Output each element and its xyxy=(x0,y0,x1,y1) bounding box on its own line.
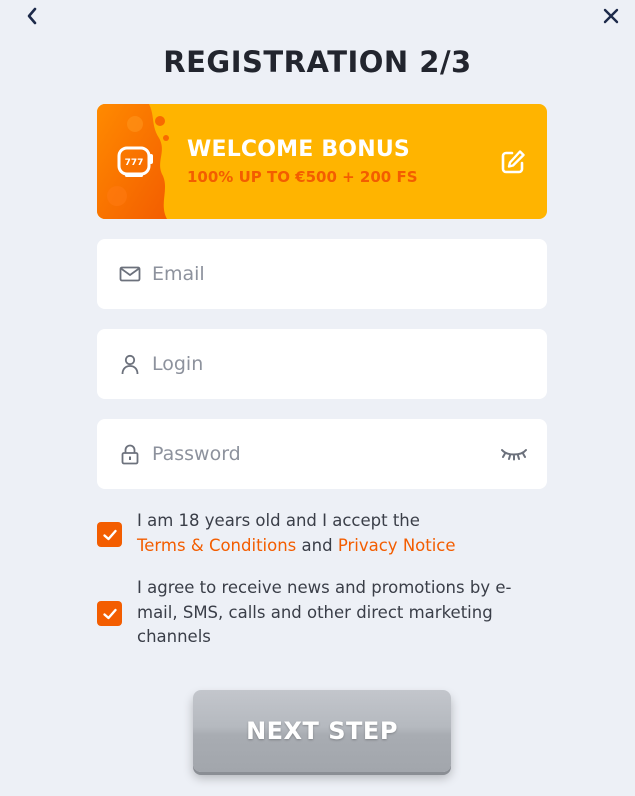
back-button[interactable] xyxy=(20,4,44,28)
close-icon xyxy=(603,8,619,24)
age-consent-label: I am 18 years old and I accept the xyxy=(137,511,420,530)
password-field xyxy=(97,419,547,489)
welcome-bonus-banner[interactable]: 777 WELCOME BONUS 100% UP TO €500 + 200 … xyxy=(97,104,547,219)
age-consent-text: I am 18 years old and I accept the Terms… xyxy=(137,509,547,558)
login-input[interactable] xyxy=(152,329,482,399)
bonus-subtitle: 100% UP TO €500 + 200 FS xyxy=(187,168,418,186)
checkmark-icon xyxy=(102,529,117,540)
close-button[interactable] xyxy=(599,4,623,28)
checkmark-icon xyxy=(102,608,117,619)
chevron-left-icon xyxy=(27,7,37,25)
user-icon xyxy=(121,354,139,375)
mail-icon xyxy=(119,266,141,282)
next-step-label: NEXT STEP xyxy=(246,717,398,745)
email-input[interactable] xyxy=(152,239,482,309)
eye-closed-icon[interactable] xyxy=(500,444,528,464)
password-input[interactable] xyxy=(152,419,482,489)
next-step-button[interactable]: NEXT STEP xyxy=(193,690,451,772)
bonus-title: WELCOME BONUS xyxy=(187,137,410,162)
marketing-consent-text: I agree to receive news and promotions b… xyxy=(137,578,512,646)
email-field xyxy=(97,239,547,309)
terms-link[interactable]: Terms & Conditions xyxy=(137,536,296,555)
page-title: REGISTRATION 2/3 xyxy=(163,45,472,79)
privacy-link[interactable]: Privacy Notice xyxy=(338,536,456,555)
slot-machine-777-icon: 777 xyxy=(117,146,153,177)
svg-text:777: 777 xyxy=(125,158,144,168)
lock-icon xyxy=(121,444,139,465)
marketing-consent-checkbox[interactable] xyxy=(97,601,122,626)
login-field xyxy=(97,329,547,399)
edit-icon[interactable] xyxy=(499,148,527,176)
age-consent-checkbox[interactable] xyxy=(97,522,122,547)
and-text: and xyxy=(301,535,333,555)
